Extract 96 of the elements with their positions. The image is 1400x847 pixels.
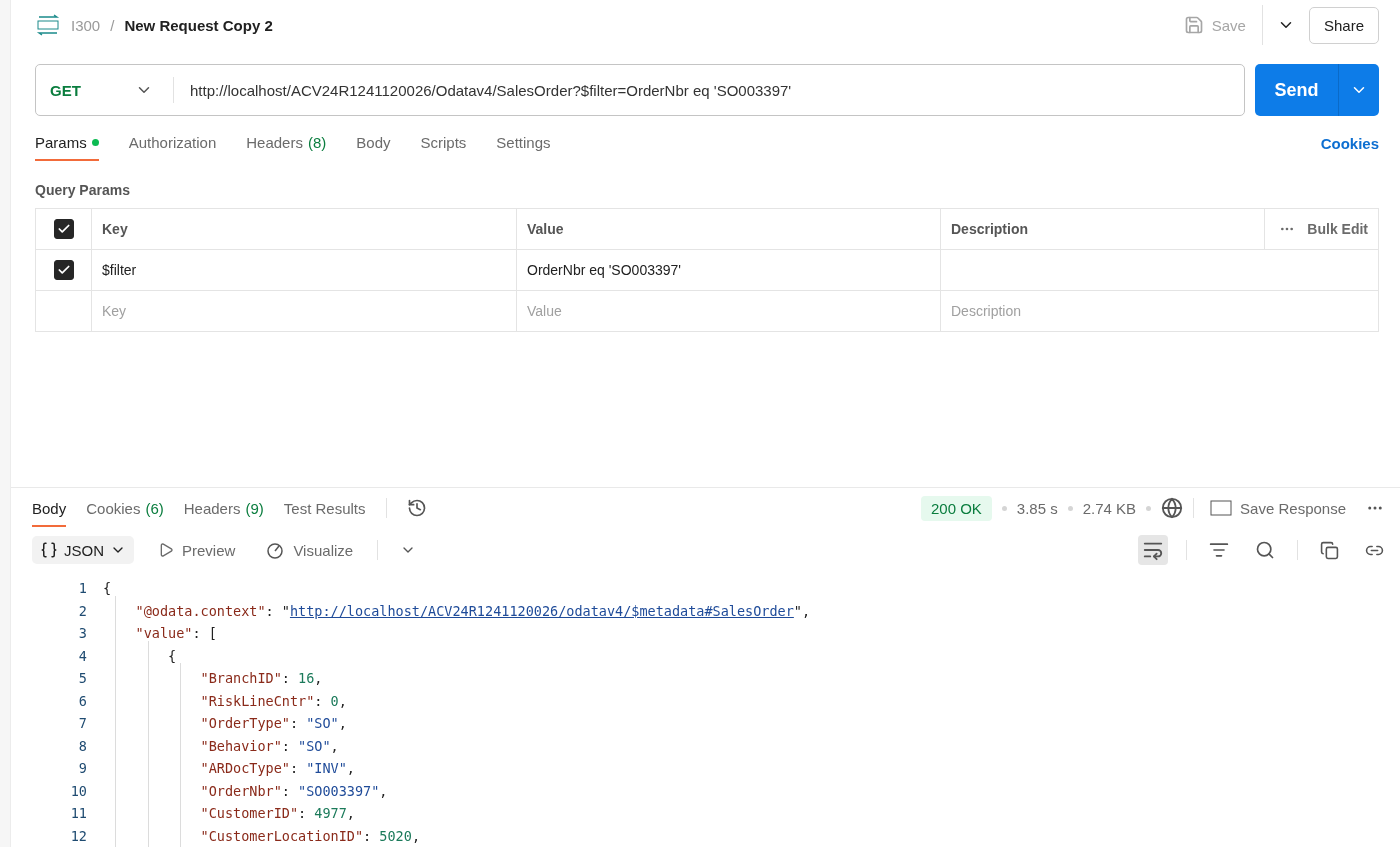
response-tab[interactable]: Body [32, 489, 67, 527]
format-dropdown[interactable]: JSON [32, 536, 134, 565]
visualize-icon [265, 540, 286, 561]
request-tab[interactable]: Params [35, 133, 99, 161]
check-icon [56, 263, 71, 277]
json-punctuation: : [289, 760, 300, 777]
checkbox[interactable] [53, 219, 74, 239]
json-number: 5020 [379, 827, 412, 844]
breadcrumb-separator: / [110, 16, 115, 34]
json-punctuation: , [411, 827, 420, 844]
json-link[interactable]: http://localhost/ACV24R1241120026/odatav4/$metadata#SalesOrder [289, 602, 794, 619]
column-header: Description [951, 221, 1028, 237]
json-punctuation: , [314, 670, 323, 687]
json-string: "SO" [306, 715, 339, 732]
column-header: Key [102, 221, 128, 237]
check-icon [56, 222, 71, 236]
url-text: http://localhost/ACV24R1241120026/Odatav4/SalesOrder?$filter=OrderNbr eq 'SO003397' [189, 81, 792, 99]
share-button[interactable]: Share [1308, 6, 1379, 44]
json-number: 16 [298, 670, 315, 687]
json-key: "OrderNbr" [200, 782, 282, 799]
json-key: "CustomerLocationID" [200, 827, 364, 844]
json-punctuation: ", [793, 602, 811, 619]
json-punctuation: , [379, 782, 388, 799]
json-punctuation: : [314, 692, 324, 709]
line-number: 7 [77, 715, 88, 732]
json-punctuation: : " [265, 602, 290, 619]
play-icon [158, 542, 174, 559]
request-tab[interactable]: Settings [496, 133, 551, 161]
json-string: "SO003397" [298, 782, 380, 799]
collection-name[interactable]: I300 [71, 16, 101, 34]
url-field[interactable]: GET http://localhost/ACV24R1241120026/Odatav4/SalesOrder?$filter=OrderNbr eq 'SO003397' [35, 64, 1245, 116]
response-tab[interactable]: Headers (9) [183, 489, 264, 527]
request-tab[interactable]: Authorization [128, 133, 217, 161]
line-number: 6 [77, 692, 88, 709]
json-key: "value" [135, 625, 193, 642]
json-punctuation: { [103, 580, 112, 597]
response-time: 3.85 s [1016, 499, 1058, 517]
section-title: Query Params [35, 182, 131, 198]
column-header: Value [527, 221, 564, 237]
braces-icon [40, 541, 58, 560]
json-punctuation: , [330, 737, 339, 754]
json-punctuation: : [281, 670, 291, 687]
json-key: "@odata.context" [135, 602, 266, 619]
wrap-lines-button[interactable] [1138, 535, 1168, 566]
line-number: 1 [77, 580, 88, 597]
line-number: 11 [69, 805, 88, 822]
json-punctuation: : [289, 715, 300, 732]
response-size: 2.74 KB [1082, 499, 1137, 517]
bulk-edit-button[interactable]: Bulk Edit [1264, 209, 1368, 249]
json-key: "Behavior" [200, 737, 282, 754]
checkbox[interactable] [53, 260, 74, 280]
response-tab[interactable]: Cookies (6) [86, 489, 164, 527]
json-punctuation: { [168, 647, 177, 664]
save-response-button[interactable]: Save Response [1204, 498, 1352, 518]
line-number: 10 [69, 782, 88, 799]
line-number: 8 [77, 737, 88, 754]
preview-button[interactable]: Preview [152, 540, 242, 560]
json-punctuation: : [281, 737, 291, 754]
request-name[interactable]: New Request Copy 2 [124, 16, 273, 34]
table-cell[interactable]: OrderNbr eq 'SO003397' [527, 262, 681, 278]
line-number: 2 [77, 602, 88, 619]
line-number: 4 [77, 647, 88, 664]
request-tab[interactable]: Headers (8) [246, 133, 327, 161]
line-number: 9 [77, 760, 88, 777]
json-punctuation: , [346, 805, 355, 822]
response-tab[interactable]: Test Results [283, 489, 366, 527]
line-number: 12 [69, 827, 88, 844]
json-key: "CustomerID" [200, 805, 299, 822]
json-punctuation: : [363, 827, 373, 844]
json-punctuation: , [338, 692, 347, 709]
http-icon [35, 14, 61, 36]
json-key: "BranchID" [200, 670, 282, 687]
request-tab[interactable]: Body [356, 133, 391, 161]
json-key: "ARDocType" [200, 760, 290, 777]
line-number: 5 [77, 670, 88, 687]
json-key: "RiskLineCntr" [200, 692, 315, 709]
visualize-button[interactable]: Visualize [259, 539, 360, 562]
json-punctuation: : [ [192, 625, 217, 642]
request-tab[interactable]: Scripts [420, 133, 467, 161]
cookies-link[interactable]: Cookies [1320, 134, 1379, 152]
method-dropdown[interactable]: GET [36, 77, 174, 103]
json-punctuation: : [298, 805, 308, 822]
status-badge: 200 OK [920, 495, 992, 521]
globe-icon[interactable] [1161, 497, 1184, 520]
json-punctuation: : [281, 782, 291, 799]
save-icon [1183, 15, 1204, 35]
json-number: 4977 [314, 805, 347, 822]
history-icon[interactable] [406, 498, 427, 519]
json-string: "INV" [306, 760, 347, 777]
json-number: 0 [330, 692, 339, 709]
json-punctuation: , [346, 760, 355, 777]
table-cell[interactable]: $filter [102, 262, 137, 278]
json-punctuation: , [338, 715, 347, 732]
json-string: "SO" [298, 737, 331, 754]
json-key: "OrderType" [200, 715, 290, 732]
line-number: 3 [77, 625, 88, 642]
